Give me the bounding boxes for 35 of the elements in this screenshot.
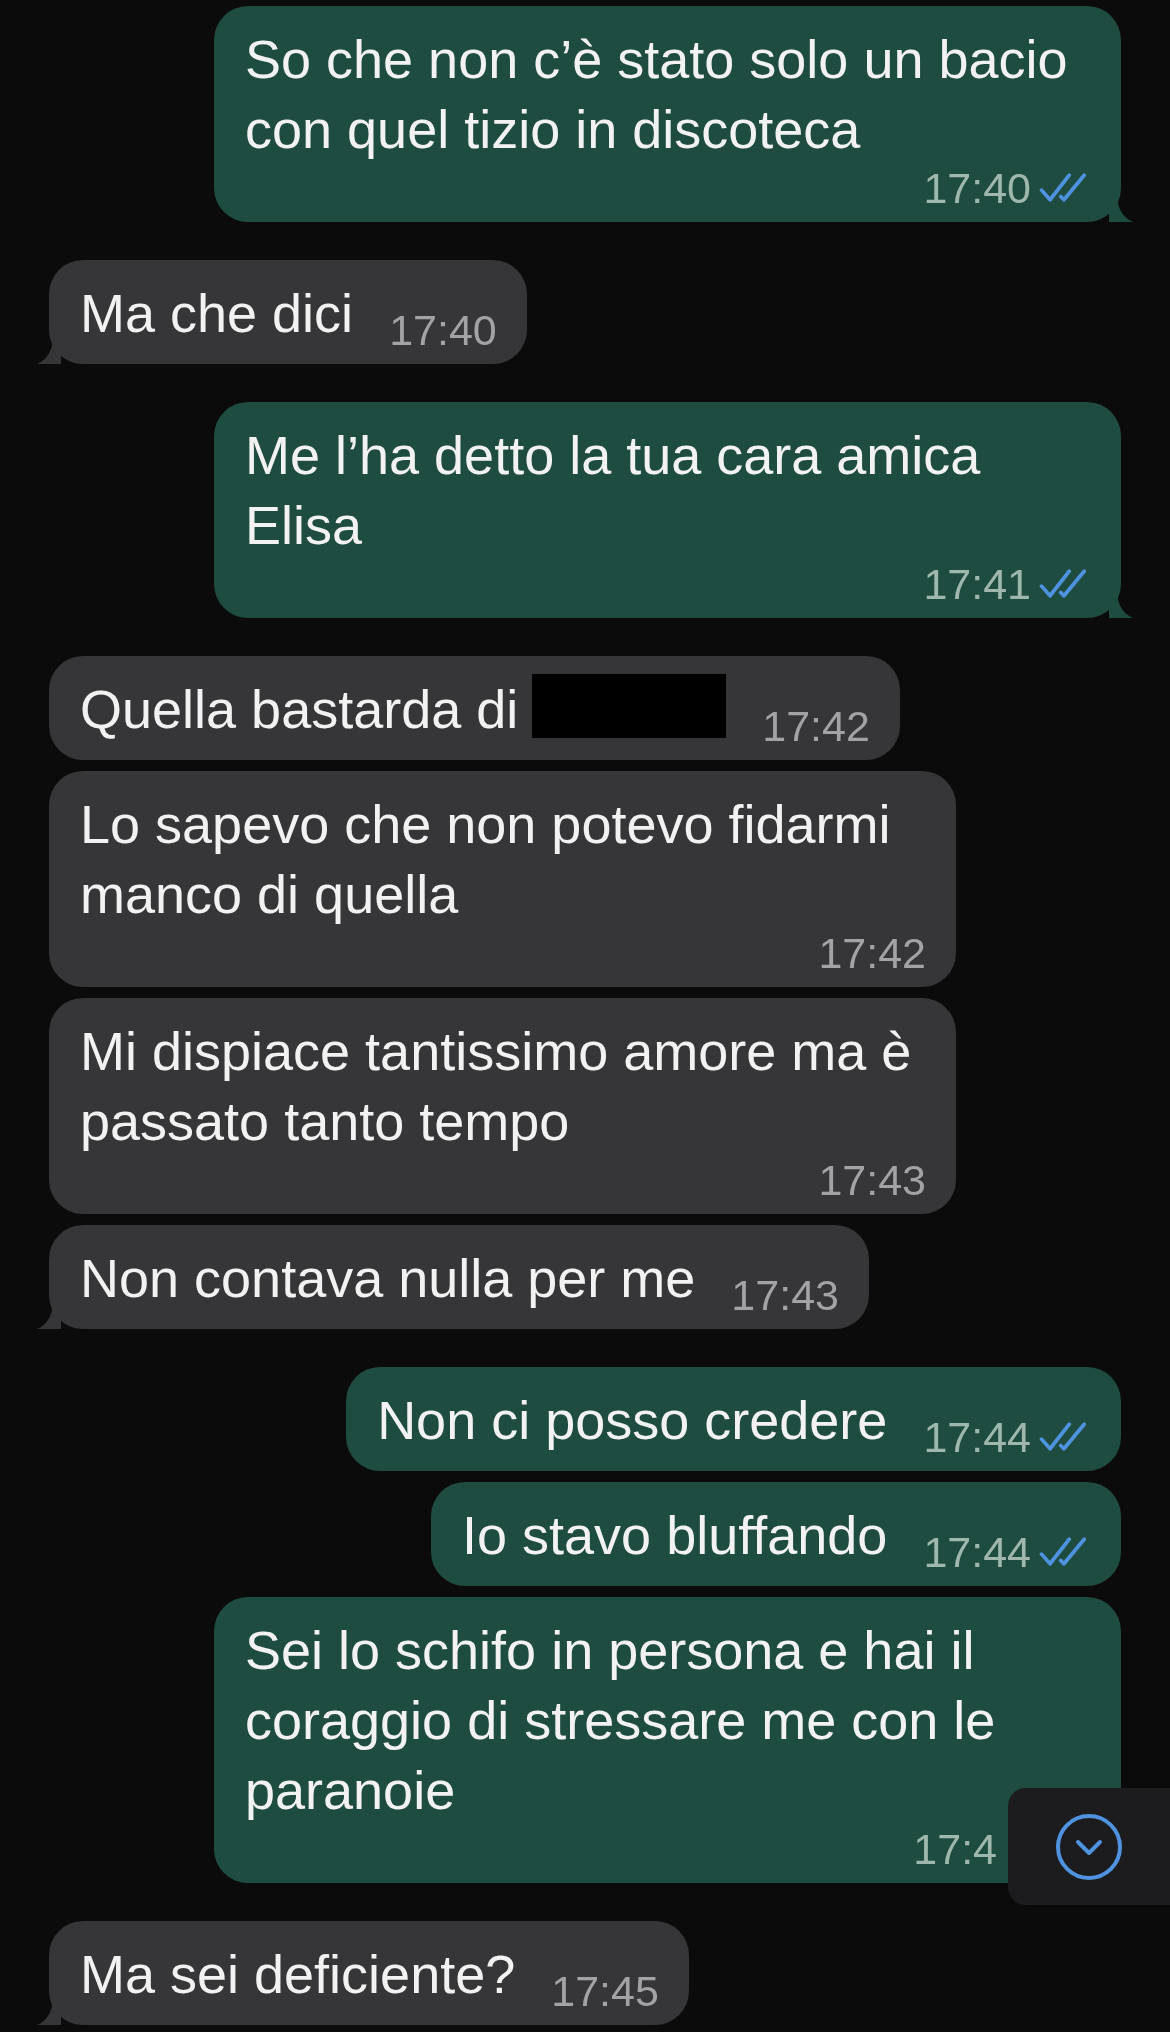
chevron-down-circle-icon [1054, 1811, 1124, 1882]
message-time: 17:4 [913, 1825, 997, 1873]
message-time: 17:41 [923, 560, 1031, 608]
message-time: 17:40 [389, 306, 497, 354]
received-message-bubble[interactable]: Ma che dici 17:40 [49, 260, 527, 364]
received-message-bubble[interactable]: Lo sapevo che non potevo fidarmi manco di quella 17:42 [49, 771, 956, 987]
message-text: Io stavo bluffando [462, 1504, 888, 1567]
message-time: 17:45 [551, 1967, 659, 2015]
message-time: 17:42 [762, 702, 870, 750]
sent-message-bubble[interactable]: Sei lo schifo in persona e hai il coraggio di stressare me con le paranoie 17:4 [214, 1597, 1121, 1883]
message-text: Me l’ha detto la tua cara amica Elisa [245, 424, 982, 557]
message-text: Mi dispiace tantissimo amore ma è passato tanto tempo [80, 1020, 913, 1153]
message-text: Non contava nulla per me [80, 1247, 696, 1310]
received-message-bubble[interactable]: Quella bastarda di 17:42 [49, 656, 900, 760]
message-text: So che non c’è stato solo un bacio con quel tizio in discoteca [245, 28, 1069, 161]
sent-message-bubble[interactable]: Me l’ha detto la tua cara amica Elisa 17:41 [214, 402, 1121, 618]
received-message-bubble[interactable]: Non contava nulla per me 17:43 [49, 1225, 869, 1329]
message-time: 17:44 [923, 1528, 1031, 1576]
message-time: 17:40 [923, 164, 1031, 212]
message-time: 17:42 [818, 929, 926, 977]
message-text: Quella bastarda di [80, 678, 519, 741]
message-time: 17:43 [731, 1271, 839, 1319]
message-text: Ma che dici [80, 282, 354, 345]
message-text: Lo sapevo che non potevo fidarmi manco di quella [80, 793, 892, 926]
message-text: Non ci posso credere [377, 1389, 888, 1452]
received-message-bubble[interactable]: Ma sei deficiente? 17:45 [49, 1921, 689, 2025]
sent-message-bubble[interactable]: Non ci posso credere 17:44 [346, 1367, 1121, 1471]
sent-message-bubble[interactable]: Io stavo bluffando 17:44 [431, 1482, 1121, 1586]
message-time: 17:43 [818, 1156, 926, 1204]
sent-message-bubble[interactable]: So che non c’è stato solo un bacio con quel tizio in discoteca 17:40 [214, 6, 1121, 222]
received-message-bubble[interactable]: Mi dispiace tantissimo amore ma è passato tanto tempo 17:43 [49, 998, 956, 1214]
message-text: Ma sei deficiente? [80, 1943, 516, 2006]
message-text: Sei lo schifo in persona e hai il coraggio di stressare me con le paranoie [245, 1619, 997, 1822]
scroll-down-button[interactable] [1008, 1788, 1170, 1905]
message-time: 17:44 [923, 1413, 1031, 1461]
